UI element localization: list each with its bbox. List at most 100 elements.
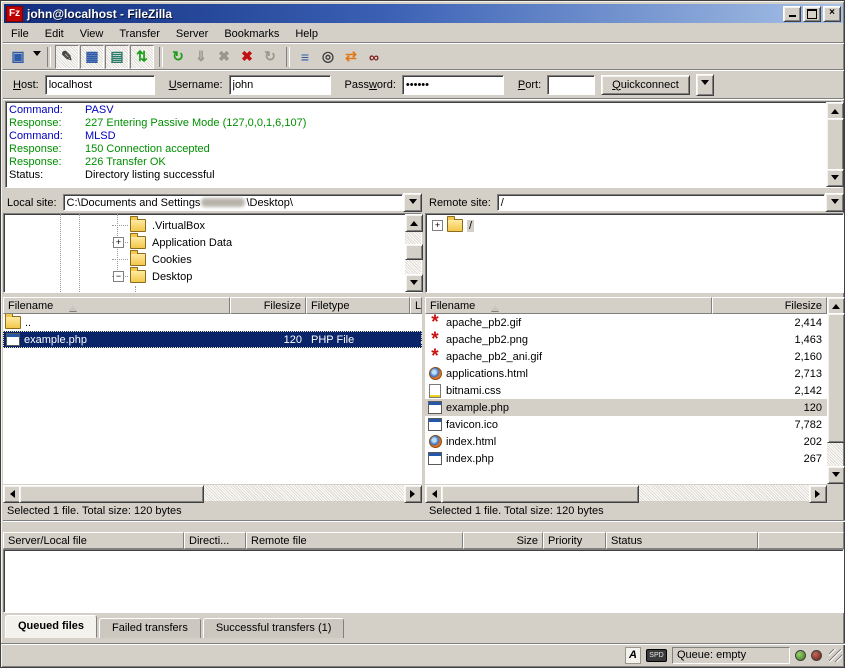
file-row-selected[interactable]: example.php120 — [425, 399, 827, 416]
remote-pane-status: Selected 1 file. Total size: 120 bytes — [425, 503, 845, 521]
tree-item-root[interactable]: + / — [426, 217, 843, 234]
disconnect-icon[interactable]: ✖ — [236, 46, 258, 68]
cancel-operation-icon[interactable]: ✖ — [213, 46, 235, 68]
tab-successful-transfers[interactable]: Successful transfers (1) — [203, 618, 345, 638]
scroll-up-icon[interactable] — [405, 214, 423, 232]
find-files-icon[interactable]: ∞ — [363, 46, 385, 68]
tree-expander-plus-icon[interactable]: + — [113, 237, 124, 248]
file-row[interactable]: index.php267 — [425, 450, 827, 467]
port-label: Port: — [518, 79, 541, 91]
directory-filters-icon[interactable]: ≡ — [294, 46, 316, 68]
remote-file-list: *apache_pb2.gif2,414 *apache_pb2.png1,46… — [425, 314, 827, 484]
column-header-lastmodified[interactable]: L — [410, 297, 422, 314]
toggle-message-log-icon[interactable]: ✎ — [55, 45, 79, 69]
reconnect-icon[interactable]: ↻ — [259, 46, 281, 68]
site-manager-dropdown-icon[interactable] — [30, 46, 43, 68]
php-file-icon — [427, 452, 443, 466]
process-queue-icon[interactable]: ⇓ — [190, 46, 212, 68]
menu-view[interactable]: View — [72, 26, 112, 42]
column-header-filename[interactable]: Filename — [425, 297, 712, 314]
scrollbar-thumb[interactable] — [19, 485, 204, 503]
tree-item-application-data[interactable]: + Application Data — [4, 234, 421, 251]
column-header-filesize[interactable]: Filesize — [230, 297, 306, 314]
folder-icon — [5, 316, 21, 329]
scroll-right-icon[interactable] — [809, 485, 827, 503]
scrollbar-thumb[interactable] — [827, 313, 845, 443]
scroll-down-icon[interactable] — [826, 169, 844, 187]
file-row[interactable]: applications.html2,713 — [425, 365, 827, 382]
remote-list-vscrollbar[interactable] — [827, 297, 843, 484]
menu-edit[interactable]: Edit — [37, 26, 72, 42]
apache-image-file-icon: * — [427, 316, 443, 330]
minimize-button[interactable] — [783, 6, 801, 22]
column-header-filename[interactable]: Filename — [3, 297, 230, 314]
log-line: Response:226 Transfer OK — [6, 156, 841, 169]
parent-directory-row[interactable]: .. — [3, 314, 422, 331]
menu-server[interactable]: Server — [168, 26, 216, 42]
site-manager-icon[interactable]: ▣ — [7, 46, 29, 68]
scroll-down-icon[interactable] — [405, 274, 423, 292]
column-header-size[interactable]: Size — [463, 532, 543, 549]
quickconnect-button[interactable]: Quickconnect — [601, 75, 690, 95]
compare-directories-icon[interactable]: ◎ — [317, 46, 339, 68]
file-row[interactable]: favicon.ico7,782 — [425, 416, 827, 433]
menu-transfer[interactable]: Transfer — [111, 26, 168, 42]
file-row[interactable]: bitnami.css2,142 — [425, 382, 827, 399]
column-header-filetype[interactable]: Filetype — [306, 297, 410, 314]
remote-site-dropdown-icon[interactable] — [825, 193, 844, 212]
redacted-username — [201, 198, 245, 207]
log-line: Status:Directory listing successful — [6, 169, 841, 182]
toggle-local-tree-icon[interactable]: ▦ — [80, 45, 104, 69]
log-scrollbar[interactable] — [826, 102, 842, 187]
remote-site-combobox[interactable]: / — [497, 194, 825, 211]
username-input[interactable] — [229, 75, 331, 95]
file-row[interactable]: index.html202 — [425, 433, 827, 450]
column-header-priority[interactable]: Priority — [543, 532, 606, 549]
tree-expander-plus-icon[interactable]: + — [432, 220, 443, 231]
menu-file[interactable]: File — [3, 26, 37, 42]
synchronized-browsing-icon[interactable]: ⇄ — [340, 46, 362, 68]
maximize-button[interactable] — [803, 6, 821, 22]
transfer-type-indicator-icon[interactable]: A — [625, 647, 641, 664]
tree-item-cookies[interactable]: Cookies — [4, 251, 421, 268]
toggle-transfer-queue-icon[interactable]: ⇅ — [130, 45, 154, 69]
column-header-remote-file[interactable]: Remote file — [246, 532, 463, 549]
scroll-right-icon[interactable] — [404, 485, 422, 503]
local-list-hscrollbar[interactable] — [3, 485, 422, 501]
column-header-direction[interactable]: Directi... — [184, 532, 246, 549]
refresh-icon[interactable]: ↻ — [167, 46, 189, 68]
tab-failed-transfers[interactable]: Failed transfers — [99, 618, 201, 638]
resize-grip[interactable] — [829, 649, 842, 662]
scrollbar-thumb[interactable] — [826, 118, 844, 172]
close-button[interactable]: × — [823, 6, 841, 22]
menu-help[interactable]: Help — [287, 26, 326, 42]
menu-bookmarks[interactable]: Bookmarks — [216, 26, 287, 42]
scrollbar-thumb[interactable] — [405, 244, 423, 260]
apache-image-file-icon: * — [427, 333, 443, 347]
filezilla-logo-icon: Fz — [6, 6, 23, 22]
local-tree-scrollbar[interactable] — [405, 214, 421, 292]
column-header-filesize[interactable]: Filesize — [712, 297, 827, 314]
scrollbar-thumb[interactable] — [441, 485, 639, 503]
file-row[interactable]: *apache_pb2.png1,463 — [425, 331, 827, 348]
local-site-combobox[interactable]: C:\Documents and Settings\Desktop\ — [63, 194, 403, 211]
tree-item-virtualbox[interactable]: .VirtualBox — [4, 217, 421, 234]
remote-list-hscrollbar[interactable] — [425, 485, 827, 501]
tree-expander-minus-icon[interactable]: − — [113, 271, 124, 282]
host-input[interactable] — [45, 75, 155, 95]
tab-queued-files[interactable]: Queued files — [5, 615, 97, 638]
speed-limits-icon[interactable]: SPD — [646, 649, 667, 662]
column-header-server-local-file[interactable]: Server/Local file — [3, 532, 184, 549]
port-input[interactable] — [547, 75, 595, 95]
file-row[interactable]: *apache_pb2.gif2,414 — [425, 314, 827, 331]
toggle-remote-tree-icon[interactable]: ▤ — [105, 45, 129, 69]
tree-item-desktop[interactable]: − Desktop — [4, 268, 421, 285]
local-site-dropdown-icon[interactable] — [403, 193, 422, 212]
column-header-status[interactable]: Status — [606, 532, 758, 549]
file-row[interactable]: *apache_pb2_ani.gif2,160 — [425, 348, 827, 365]
password-input[interactable] — [402, 75, 504, 95]
css-file-icon — [427, 384, 443, 398]
scroll-down-icon[interactable] — [827, 466, 845, 484]
quickconnect-dropdown-icon[interactable] — [696, 74, 714, 96]
file-row-example-php[interactable]: example.php 120 PHP File 1 — [3, 331, 422, 348]
